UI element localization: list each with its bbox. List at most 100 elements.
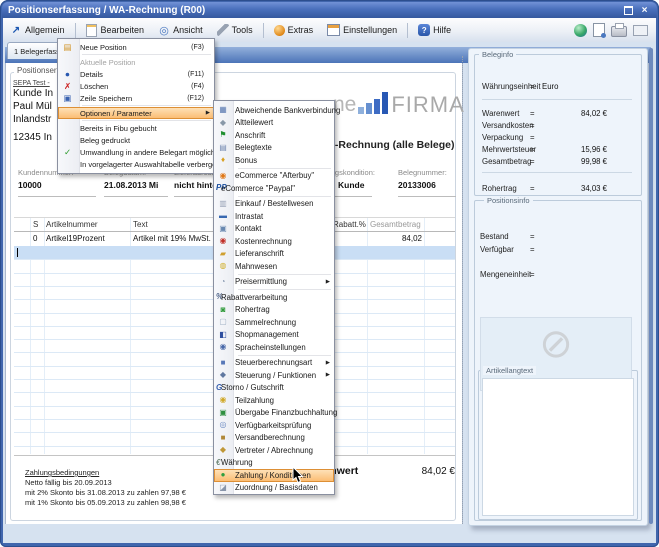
menu-item-label: Löschen bbox=[80, 82, 108, 91]
menu-item-label: Abweichende Bankverbindung bbox=[235, 106, 340, 115]
edit-menu-item-umwandlung-in-andere-belegart-m-glich[interactable]: ✓Umwandlung in andere Belegart möglich bbox=[58, 146, 214, 158]
menubar-item-einstellungen[interactable]: Einstellungen bbox=[321, 21, 403, 39]
column-header-text[interactable]: Text bbox=[133, 220, 148, 229]
submenu-item-teilzahlung[interactable]: ◉Teilzahlung bbox=[214, 394, 334, 407]
menubar-item-extras[interactable]: Extras bbox=[268, 22, 320, 39]
preisermittlung-icon: ◔ bbox=[216, 277, 230, 287]
edit-menu-item-in-vorgelagerter-auswahltabelle-verbergen[interactable]: In vorgelagerter Auswahltabelle verberge… bbox=[58, 158, 214, 170]
edit-menu-item-optionen-parameter[interactable]: Optionen / Parameter▶ bbox=[58, 107, 214, 119]
menubar-item-hilfe[interactable]: ?Hilfe bbox=[412, 21, 457, 39]
submenu-item-zuordnung-basisdaten[interactable]: ◪Zuordnung / Basisdaten bbox=[214, 482, 334, 495]
logo-bar bbox=[382, 92, 388, 114]
menubar-arrow-icon: ↗ bbox=[10, 24, 22, 36]
edit-menu-item-neue-position[interactable]: ▤Neue Position(F3) bbox=[58, 41, 214, 53]
submenu-item-rabattverarbeitung[interactable]: %Rabattverarbeitung bbox=[214, 291, 334, 304]
menubar-item-label: Hilfe bbox=[433, 25, 451, 35]
submenu-item-steuerberechnungsart[interactable]: ■Steuerberechnungsart▶ bbox=[214, 357, 334, 370]
document-preview-icon[interactable] bbox=[593, 23, 605, 37]
cell-s[interactable]: 0 bbox=[33, 234, 37, 243]
close-button[interactable]: × bbox=[638, 5, 651, 16]
submenu-item-abweichende-bankverbindung[interactable]: ▦Abweichende Bankverbindung bbox=[214, 104, 334, 117]
menu-item-label: Belegtexte bbox=[235, 143, 272, 152]
restore-icon bbox=[624, 6, 633, 15]
submenu-item-versandberechnung[interactable]: ■Versandberechnung bbox=[214, 432, 334, 445]
edit-menu-item-zeile-speichern[interactable]: ▣Zeile Speichern(F12) bbox=[58, 92, 214, 104]
menu-item-label: Kontakt bbox=[235, 224, 261, 233]
cell-artikelnummer[interactable]: Artikel19Prozent bbox=[46, 234, 105, 243]
positionsinfo-label-verf-gbar: Verfügbar bbox=[480, 245, 514, 254]
submenu-item-zahlung-konditionen[interactable]: ●Zahlung / Konditionen bbox=[214, 469, 334, 482]
submenu-item-intrastat[interactable]: ▬Intrastat bbox=[214, 210, 334, 223]
panel-splitter[interactable] bbox=[462, 56, 464, 524]
submenu-item-mahnwesen[interactable]: ◍Mahnwesen bbox=[214, 260, 334, 273]
column-header-artikelnummer[interactable]: Artikelnummer bbox=[46, 220, 98, 229]
beleginfo-label-rohertrag: Rohertrag bbox=[482, 184, 517, 193]
bearbeiten-menu: ▤Neue Position(F3) Aktuelle Position●Deta… bbox=[57, 38, 215, 174]
menubar-item-bearbeiten[interactable]: Bearbeiten bbox=[80, 21, 151, 39]
submenu-item-ecommerce-paypal[interactable]: PPeCommerce "Paypal" bbox=[214, 182, 334, 195]
edit-menu-item-bereits-in-fibu-gebucht[interactable]: Bereits in Fibu gebucht bbox=[58, 122, 214, 134]
sepa-test-link[interactable]: SEPA Test - bbox=[13, 80, 50, 87]
menubar-page-icon bbox=[86, 24, 98, 36]
menu-item-label: Kostenrechnung bbox=[235, 237, 292, 246]
edit-menu-item-aktuelle-position[interactable]: Aktuelle Position bbox=[58, 56, 214, 68]
menubar-separator bbox=[407, 23, 408, 38]
menubar-tools-icon bbox=[217, 24, 229, 36]
menubar-view-icon: ◎ bbox=[158, 24, 170, 36]
artikellangtext-box[interactable] bbox=[482, 378, 634, 516]
total-value: 84,02 € bbox=[388, 466, 455, 477]
submenu-item-bergabe-finanzbuchhaltung[interactable]: ▣Übergabe Finanzbuchhaltung bbox=[214, 407, 334, 420]
menu-item-label: Altteilewert bbox=[235, 118, 273, 127]
menu-item-label: Zeile Speichern bbox=[80, 94, 132, 103]
logo-bars-icon bbox=[358, 92, 388, 114]
submenu-item-vertreter-abrechnung[interactable]: ◆Vertreter / Abrechnung bbox=[214, 444, 334, 457]
submenu-item-altteilewert[interactable]: ◆Altteilewert bbox=[214, 117, 334, 130]
edit-menu-item-beleg-gedruckt[interactable]: Beleg gedruckt bbox=[58, 134, 214, 146]
steuerung-icon: ◆ bbox=[216, 370, 230, 380]
column-header-s[interactable]: S bbox=[33, 220, 38, 229]
edit-menu-item-l-schen[interactable]: ✗Löschen(F4) bbox=[58, 80, 214, 92]
equals-sign: = bbox=[530, 270, 535, 279]
submenu-item-shopmanagement[interactable]: ◧Shopmanagement bbox=[214, 329, 334, 342]
submenu-item-w-hrung[interactable]: €Währung bbox=[214, 457, 334, 470]
beleginfo-separator bbox=[482, 172, 632, 173]
mail-icon[interactable] bbox=[633, 25, 648, 36]
print-icon[interactable] bbox=[611, 26, 627, 37]
mouse-cursor bbox=[292, 466, 304, 484]
edit-menu-item-details[interactable]: ●Details(F11) bbox=[58, 68, 214, 80]
menubar-item-tools[interactable]: Tools bbox=[211, 21, 259, 39]
kostenrechnung-icon: ◉ bbox=[216, 236, 230, 246]
menu-item-label: Einkauf / Bestellwesen bbox=[235, 199, 313, 208]
column-header-gesamtbetrag[interactable]: Gesamtbetrag bbox=[370, 220, 421, 229]
cell-text[interactable]: Artikel mit 19% MwSt. bbox=[133, 234, 211, 243]
web-icon[interactable] bbox=[574, 24, 587, 37]
beleginfo-value-mehrwertsteuer: 15,96 € bbox=[523, 145, 607, 154]
steuerberechnungsart-icon: ■ bbox=[216, 358, 230, 368]
menubar-item-allgemein[interactable]: ↗Allgemein bbox=[4, 21, 71, 39]
check-icon: ✓ bbox=[60, 147, 75, 157]
submenu-item-verf-gbarkeitspr-fung[interactable]: ◎Verfügbarkeitsprüfung bbox=[214, 419, 334, 432]
restore-button[interactable] bbox=[622, 5, 635, 16]
cell-gesamtbetrag[interactable]: 84,02 bbox=[342, 234, 422, 243]
submenu-item-anschrift[interactable]: ⚑Anschrift bbox=[214, 129, 334, 142]
submenu-item-rohertrag[interactable]: ◙Rohertrag bbox=[214, 304, 334, 317]
submenu-item-bonus[interactable]: ♦Bonus bbox=[214, 154, 334, 167]
submenu-item-spracheinstellungen[interactable]: ◉Spracheinstellungen bbox=[214, 341, 334, 354]
titlebar[interactable]: Positionserfassung / WA-Rechnung (R00) × bbox=[2, 2, 657, 18]
menu-item-label: eCommerce "Afterbuy" bbox=[235, 171, 314, 180]
submenu-item-kontakt[interactable]: ▣Kontakt bbox=[214, 223, 334, 236]
submenu-item-ecommerce-afterbuy[interactable]: ◉eCommerce "Afterbuy" bbox=[214, 170, 334, 183]
menubar-settings-icon bbox=[327, 24, 340, 36]
submenu-item-storno-gutschrift[interactable]: GStorno / Gutschrift bbox=[214, 382, 334, 395]
menu-item-label: Optionen / Parameter bbox=[80, 109, 152, 118]
submenu-item-sammelrechnung[interactable]: ▢Sammelrechnung bbox=[214, 316, 334, 329]
submenu-item-lieferanschrift[interactable]: ▰Lieferanschrift bbox=[214, 248, 334, 261]
column-header-rabatt[interactable]: Rabatt.% bbox=[333, 220, 366, 229]
menubar-item-ansicht[interactable]: ◎Ansicht bbox=[152, 21, 209, 39]
submenu-item-belegtexte[interactable]: ▤Belegtexte bbox=[214, 142, 334, 155]
submenu-item-einkauf-bestellwesen[interactable]: ▥Einkauf / Bestellwesen bbox=[214, 198, 334, 211]
field-label-belegnummer: Belegnummer: bbox=[398, 168, 447, 177]
submenu-item-steuerung-funktionen[interactable]: ◆Steuerung / Funktionen▶ bbox=[214, 369, 334, 382]
submenu-item-kostenrechnung[interactable]: ◉ Kostenrechnung bbox=[214, 235, 334, 248]
submenu-item-preisermittlung[interactable]: ◔Preisermittlung▶ bbox=[214, 276, 334, 289]
